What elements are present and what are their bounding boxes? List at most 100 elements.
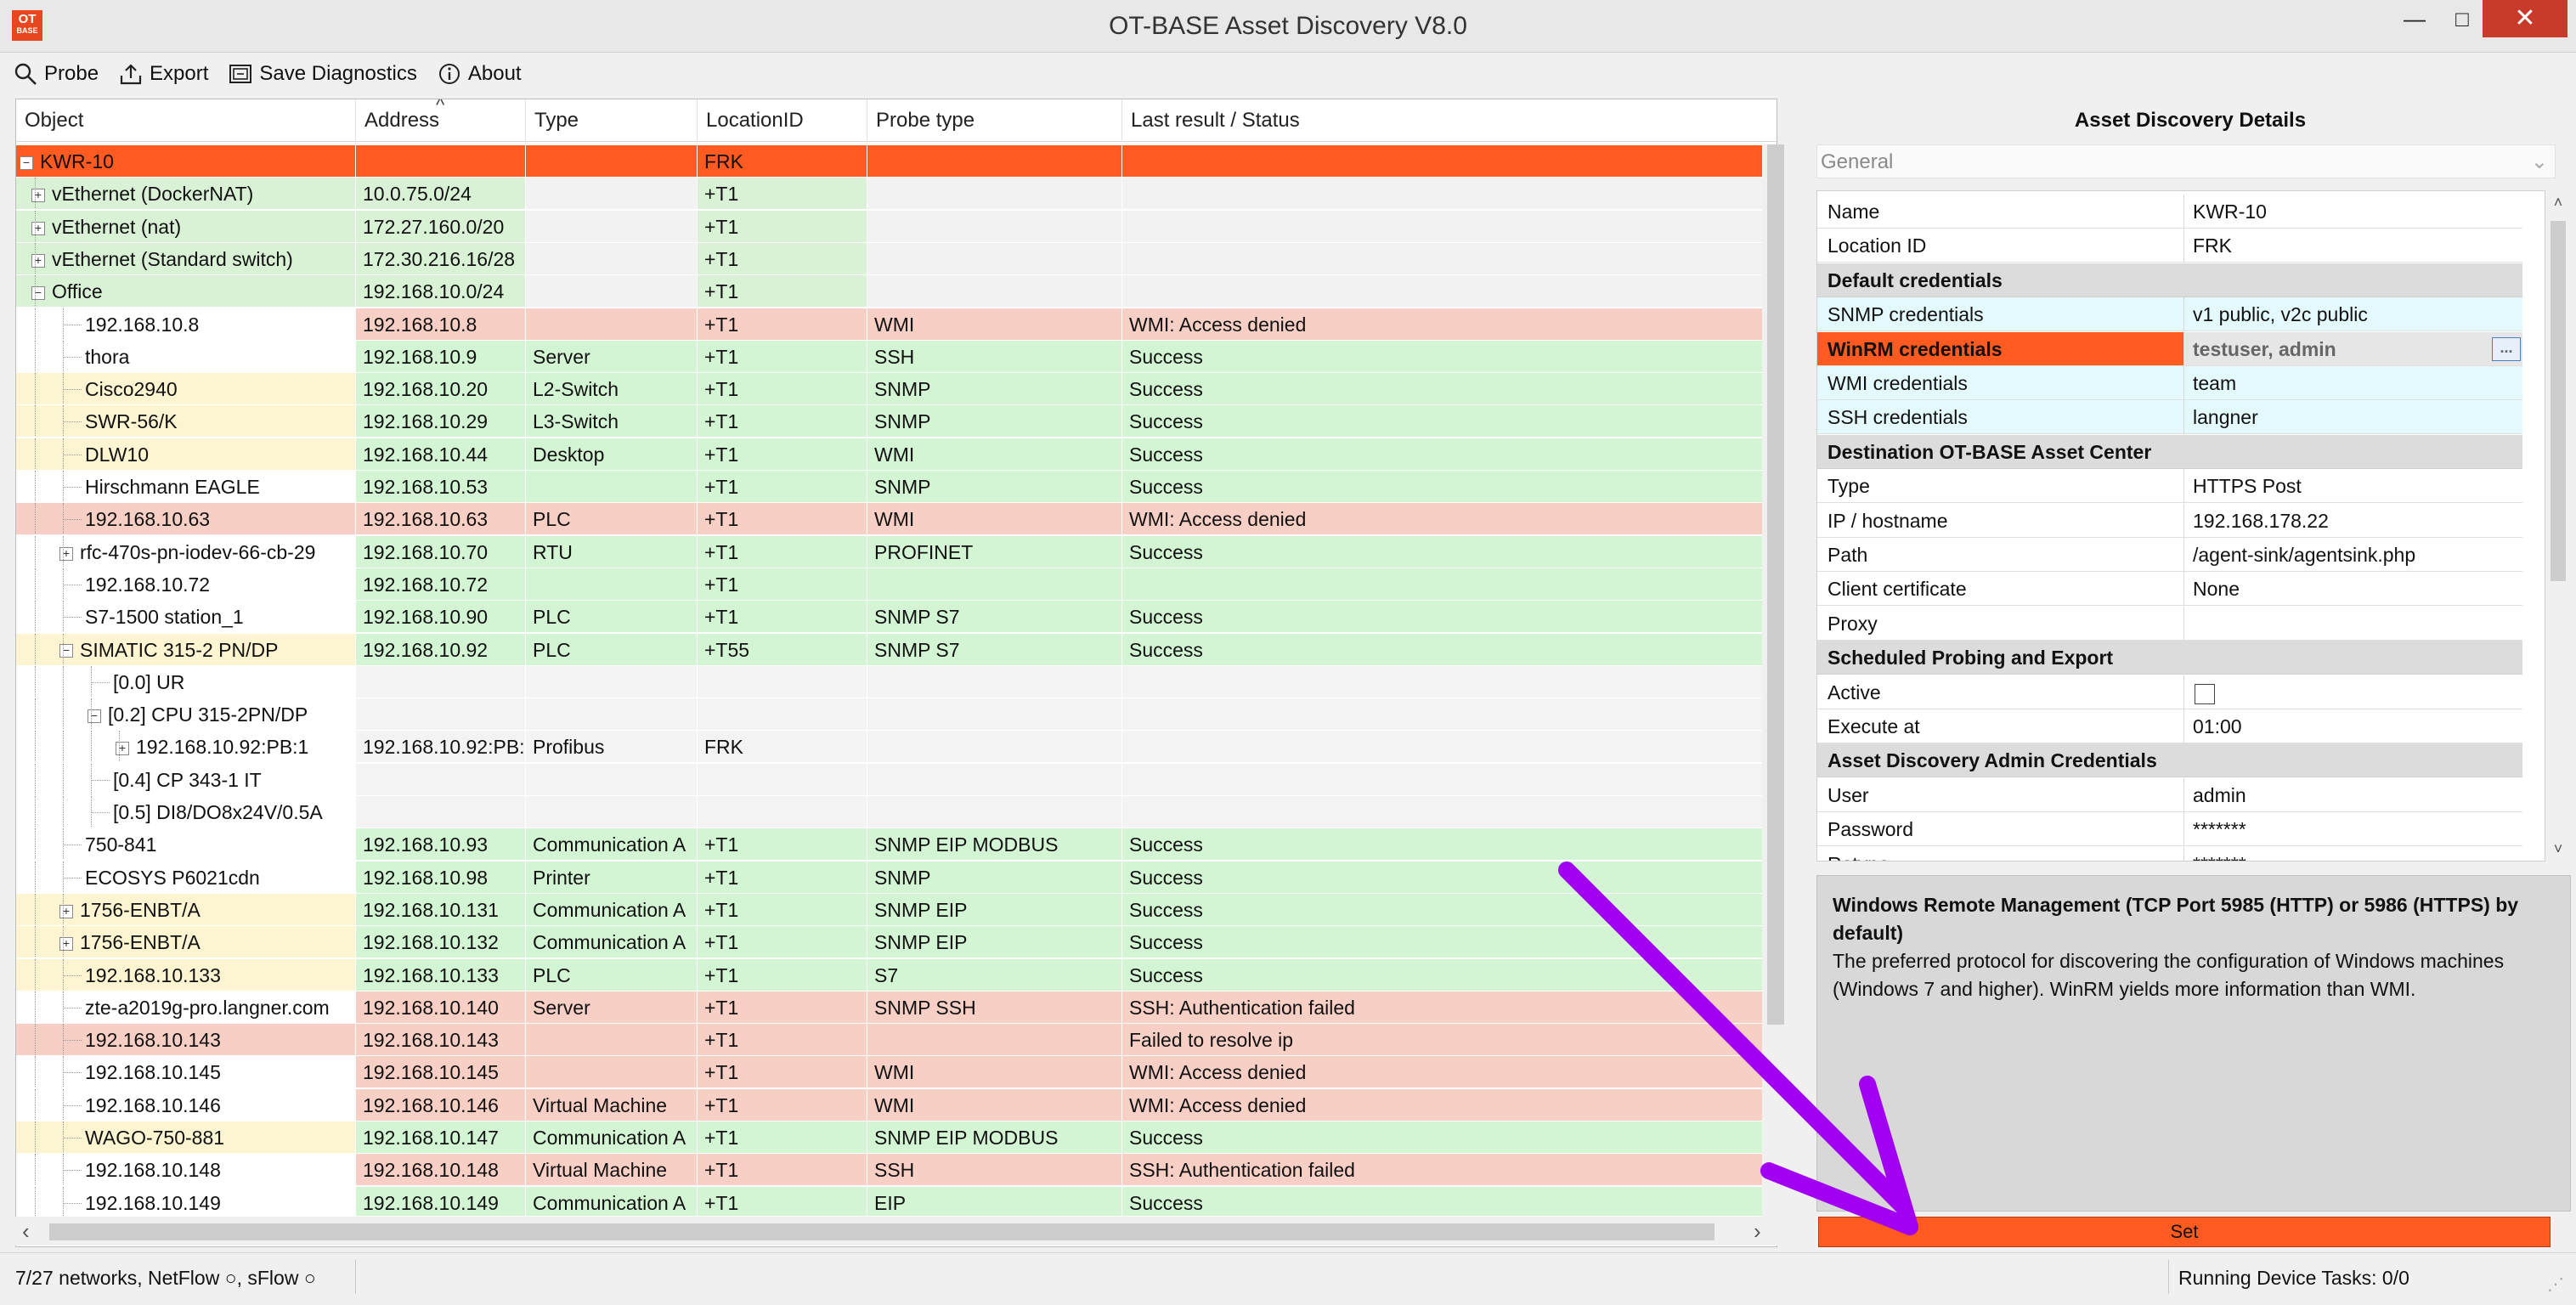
table-row[interactable]: + rfc-470s-pn-iodev-66-cb-29 192.168.10.70…: [16, 535, 1777, 568]
property-value[interactable]: [2184, 675, 2522, 709]
set-button[interactable]: Set: [1818, 1217, 2551, 1247]
column-header-location[interactable]: LocationID: [698, 99, 867, 142]
table-row[interactable]: − Office 192.168.10.0/24 +T1: [16, 275, 1777, 308]
property-value[interactable]: *******: [2184, 812, 2522, 847]
table-row[interactable]: 192.168.10.72 192.168.10.72 +T1: [16, 568, 1777, 601]
scroll-right-icon[interactable]: ›: [1754, 1217, 1761, 1246]
property-grid-scroll-thumb[interactable]: [2551, 221, 2566, 581]
scroll-up-icon[interactable]: ˄: [2545, 194, 2571, 212]
resize-grip-icon[interactable]: ⋰: [2547, 1274, 2564, 1295]
property-category[interactable]: Destination OT-BASE Asset Center: [1817, 434, 2522, 469]
close-button[interactable]: ✕: [2483, 0, 2568, 37]
minimize-button[interactable]: —: [2387, 0, 2442, 37]
property-row[interactable]: SSH credentials langner: [1817, 400, 2522, 435]
table-row[interactable]: ECOSYS P6021cdn 192.168.10.98 Printer +T1 SN…: [16, 861, 1777, 894]
table-row[interactable]: +1756-ENBT/A 192.168.10.131 Communication …: [16, 893, 1777, 926]
maximize-button[interactable]: □: [2435, 0, 2489, 37]
grid-vertical-scrollbar[interactable]: [1762, 144, 1788, 1223]
property-value[interactable]: admin: [2184, 778, 2522, 812]
table-row[interactable]: [0.5] DI8/DO8x24V/0.5A: [16, 796, 1777, 828]
section-selector[interactable]: General ⌄: [1816, 144, 2556, 178]
expand-icon[interactable]: +: [59, 904, 73, 918]
scroll-left-icon[interactable]: ‹: [22, 1217, 30, 1246]
table-row[interactable]: 192.168.10.145 192.168.10.145 +T1 WMI WMI: A…: [16, 1056, 1777, 1089]
property-value[interactable]: FRK: [2184, 229, 2522, 263]
property-row[interactable]: Location ID FRK: [1817, 229, 2522, 263]
table-row[interactable]: 192.168.10.148 192.168.10.148 Virtual Mach…: [16, 1154, 1777, 1187]
expand-icon[interactable]: +: [31, 189, 45, 203]
table-row[interactable]: 192.168.10.8 192.168.10.8 +T1 WMI WMI: Acces…: [16, 308, 1777, 341]
table-row[interactable]: +1756-ENBT/A 192.168.10.132 Communication …: [16, 926, 1777, 959]
column-header-status[interactable]: Last result / Status: [1122, 99, 1777, 142]
property-row[interactable]: Active: [1817, 675, 2522, 709]
expand-icon[interactable]: +: [31, 221, 45, 235]
edit-credentials-button[interactable]: ...: [2492, 336, 2521, 361]
property-row[interactable]: IP / hostname 192.168.178.22: [1817, 503, 2522, 538]
property-value[interactable]: /agent-sink/agentsink.php: [2184, 538, 2522, 572]
property-value[interactable]: [2184, 607, 2522, 641]
property-row[interactable]: WinRM credentials testuser, admin...: [1817, 331, 2522, 366]
property-grid-scrollbar[interactable]: ˄ ˅: [2545, 190, 2571, 862]
table-row[interactable]: 192.168.10.133 192.168.10.133 PLC +T1 S7 Succ…: [16, 958, 1777, 991]
expand-icon[interactable]: +: [31, 253, 45, 268]
table-row[interactable]: + vEthernet (nat) 172.27.160.0/20 +T1: [16, 210, 1777, 243]
active-checkbox[interactable]: [2195, 683, 2215, 704]
table-row[interactable]: 750-841 192.168.10.93 Communication A +T1 SN…: [16, 828, 1777, 862]
property-grid[interactable]: Name KWR-10 Location ID FRK Default credenti…: [1816, 190, 2545, 862]
expand-icon[interactable]: +: [59, 937, 73, 952]
property-row[interactable]: User admin: [1817, 777, 2522, 812]
table-row[interactable]: WAGO-750-881 192.168.10.147 Communication …: [16, 1121, 1777, 1154]
about-button[interactable]: About: [438, 62, 522, 86]
table-row[interactable]: DLW10 192.168.10.44 Desktop +T1 WMI Success: [16, 438, 1777, 471]
property-value[interactable]: HTTPS Post: [2184, 469, 2522, 504]
property-row[interactable]: SNMP credentials v1 public, v2c public: [1817, 297, 2522, 332]
probe-button[interactable]: Probe: [14, 62, 99, 86]
property-value[interactable]: None: [2184, 572, 2522, 607]
property-row[interactable]: Name KWR-10: [1817, 195, 2522, 229]
property-value[interactable]: *******: [2184, 847, 2522, 861]
grid-horizontal-scrollbar[interactable]: ‹ ›: [15, 1217, 1777, 1246]
property-row[interactable]: Execute at 01:00: [1817, 709, 2522, 743]
property-row[interactable]: Proxy: [1817, 606, 2522, 641]
table-row[interactable]: + vEthernet (Standard switch) 172.30.216.1…: [16, 242, 1777, 275]
table-row[interactable]: 192.168.10.149 192.168.10.149 Communicatio…: [16, 1186, 1777, 1216]
property-row[interactable]: Retype *******: [1817, 846, 2522, 861]
expand-icon[interactable]: +: [116, 742, 129, 756]
property-value[interactable]: 192.168.178.22: [2184, 504, 2522, 538]
collapse-icon[interactable]: −: [31, 286, 45, 301]
save-diagnostics-button[interactable]: Save Diagnostics: [229, 62, 417, 86]
export-button[interactable]: Export: [119, 62, 208, 86]
table-row[interactable]: +192.168.10.92:PB:1 192.168.10.92:PB:1 Pro…: [16, 731, 1777, 764]
property-value[interactable]: team: [2184, 366, 2522, 400]
property-category[interactable]: Scheduled Probing and Export: [1817, 641, 2522, 675]
collapse-icon[interactable]: −: [59, 644, 73, 658]
property-value[interactable]: langner: [2184, 400, 2522, 435]
table-row[interactable]: SWR-56/K 192.168.10.29 L3-Switch +T1 SNMP Suc…: [16, 405, 1777, 438]
table-row[interactable]: Hirschmann EAGLE 192.168.10.53 +T1 SNMP Succ…: [16, 471, 1777, 503]
column-header-probe-type[interactable]: Probe type: [867, 99, 1122, 142]
property-row[interactable]: Password *******: [1817, 812, 2522, 847]
table-row[interactable]: [0.4] CP 343-1 IT: [16, 763, 1777, 796]
property-value[interactable]: v1 public, v2c public: [2184, 297, 2522, 332]
grid-horizontal-scroll-thumb[interactable]: [49, 1223, 1715, 1240]
table-row[interactable]: Cisco2940 192.168.10.20 L2-Switch +T1 SNMP Su…: [16, 373, 1777, 406]
property-value[interactable]: KWR-10: [2184, 195, 2522, 229]
property-row[interactable]: Type HTTPS Post: [1817, 469, 2522, 504]
column-header-object[interactable]: Object: [16, 99, 356, 142]
table-row[interactable]: − KWR-10 FRK: [16, 145, 1777, 178]
table-row[interactable]: + vEthernet (DockerNAT) 10.0.75.0/24 +T1: [16, 178, 1777, 211]
property-value[interactable]: testuser, admin...: [2184, 331, 2522, 366]
column-header-type[interactable]: Type: [526, 99, 698, 142]
asset-grid[interactable]: Object Address ^ Type LocationID Probe t…: [15, 99, 1777, 1247]
scroll-down-icon[interactable]: ˅: [2545, 840, 2571, 858]
expand-icon[interactable]: +: [59, 546, 73, 561]
grid-vertical-scroll-thumb[interactable]: [1767, 144, 1784, 1025]
collapse-icon[interactable]: −: [20, 155, 33, 170]
table-row[interactable]: S7-1500 station_1 192.168.10.90 PLC +T1 SNMP…: [16, 601, 1777, 634]
property-row[interactable]: Path/agent-sink/agentsink.php: [1817, 538, 2522, 572]
table-row[interactable]: − SIMATIC 315-2 PN/DP 192.168.10.92 PLC +T55…: [16, 633, 1777, 666]
collapse-icon[interactable]: −: [88, 709, 101, 724]
table-row[interactable]: thora 192.168.10.9 Server +T1 SSH Success: [16, 340, 1777, 373]
table-row[interactable]: zte-a2019g-pro.langner.com 192.168.10.140…: [16, 991, 1777, 1024]
property-row[interactable]: WMI credentials team: [1817, 366, 2522, 400]
